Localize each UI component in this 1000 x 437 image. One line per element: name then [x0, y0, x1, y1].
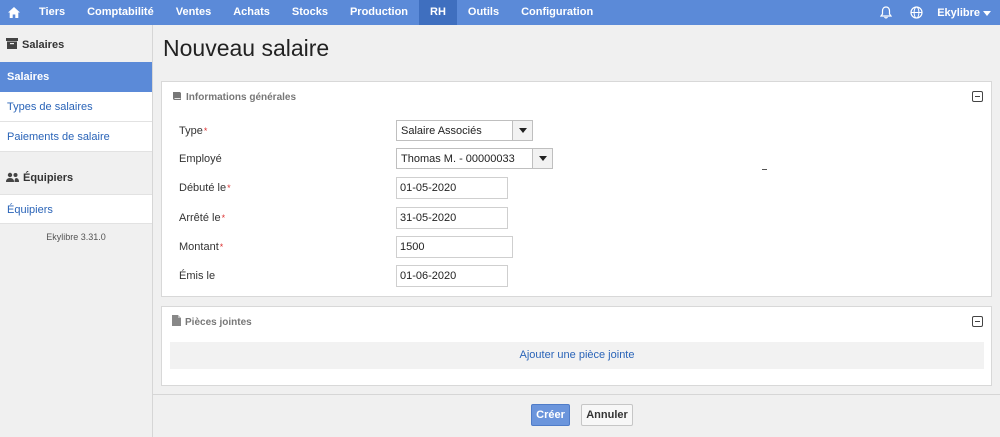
- nav-achats[interactable]: Achats: [222, 0, 281, 25]
- sidebar-group-title: Salaires: [22, 39, 65, 51]
- employee-label-text: Employé: [179, 153, 222, 165]
- cancel-button[interactable]: Annuler: [581, 404, 633, 426]
- emitted-date-input[interactable]: 01-06-2020: [396, 265, 508, 287]
- sidebar-item-equipiers[interactable]: Équipiers: [0, 194, 152, 224]
- emitted-date-label: Émis le: [179, 265, 215, 287]
- amount-label: Montant *: [179, 236, 223, 258]
- nav-rh[interactable]: RH: [419, 0, 457, 25]
- required-mark: *: [227, 183, 231, 193]
- panel-header[interactable]: Informations générales: [162, 82, 991, 112]
- stop-date-label-text: Arrêté le: [179, 212, 221, 224]
- type-select[interactable]: Salaire Associés: [396, 120, 533, 141]
- page-title: Nouveau salaire: [163, 35, 330, 61]
- create-button[interactable]: Créer: [531, 404, 570, 426]
- general-info-panel: Informations générales Type * Salaire Ass…: [161, 81, 992, 297]
- required-mark: *: [203, 126, 208, 136]
- collapse-icon[interactable]: [972, 316, 983, 327]
- archive-icon: [6, 38, 18, 52]
- start-date-label-text: Débuté le: [179, 182, 227, 194]
- panel-title: Pièces jointes: [185, 316, 252, 328]
- stop-date-label: Arrêté le *: [179, 207, 225, 229]
- sidebar-item-salaires[interactable]: Salaires: [0, 62, 152, 92]
- topbar-right: Ekylibre: [871, 0, 1000, 25]
- required-mark: *: [219, 242, 224, 252]
- divider-mark: [762, 169, 767, 170]
- chevron-down-icon[interactable]: [532, 149, 552, 168]
- sidebar-item-paiements-de-salaire[interactable]: Paiements de salaire: [0, 122, 152, 152]
- nav-comptabilite[interactable]: Comptabilité: [76, 0, 165, 25]
- type-label-text: Type: [179, 125, 203, 137]
- attachments-panel: Pièces jointes Ajouter une pièce jointe: [161, 306, 992, 386]
- user-menu[interactable]: Ekylibre: [931, 7, 1000, 19]
- nav-stocks[interactable]: Stocks: [281, 0, 339, 25]
- sidebar-group-salaires: Salaires: [0, 35, 152, 55]
- type-select-value: Salaire Associés: [401, 124, 482, 137]
- amount-label-text: Montant: [179, 241, 219, 253]
- top-navbar: Tiers Comptabilité Ventes Achats Stocks …: [0, 0, 1000, 25]
- bell-icon[interactable]: [871, 0, 901, 25]
- sidebar-item-types-de-salaires[interactable]: Types de salaires: [0, 92, 152, 122]
- sidebar-group-title: Équipiers: [23, 172, 74, 184]
- caret-down-icon: [983, 7, 991, 19]
- user-name: Ekylibre: [937, 6, 980, 19]
- book-icon: [172, 91, 182, 104]
- nav-ventes[interactable]: Ventes: [165, 0, 222, 25]
- employee-select[interactable]: Thomas M. - 00000033: [396, 148, 553, 169]
- nav-tiers[interactable]: Tiers: [28, 0, 76, 25]
- panel-title: Informations générales: [186, 91, 297, 103]
- employee-label: Employé: [179, 148, 222, 170]
- add-attachment-link[interactable]: Ajouter une pièce jointe: [170, 342, 984, 369]
- stop-date-input[interactable]: 31-05-2020: [396, 207, 508, 229]
- collapse-icon[interactable]: [972, 91, 983, 102]
- users-icon: [6, 172, 19, 185]
- main-content: Nouveau salaire Informations générales T…: [153, 25, 1000, 437]
- sidebar-group-equipiers: Équipiers: [0, 167, 152, 189]
- panel-header[interactable]: Pièces jointes: [162, 307, 991, 337]
- start-date-label: Débuté le *: [179, 177, 231, 199]
- globe-icon[interactable]: [901, 0, 931, 25]
- emitted-date-label-text: Émis le: [179, 270, 216, 282]
- form-actions: Créer Annuler: [153, 394, 1000, 437]
- nav-outils[interactable]: Outils: [457, 0, 510, 25]
- amount-input[interactable]: 1500: [396, 236, 513, 258]
- type-label: Type *: [179, 120, 207, 142]
- file-icon: [172, 315, 181, 329]
- app-version: Ekylibre 3.31.0: [46, 232, 106, 242]
- chevron-down-icon[interactable]: [512, 121, 532, 140]
- sidebar: Salaires Salaires Types de salaires Paie…: [0, 25, 153, 437]
- employee-select-value: Thomas M. - 00000033: [401, 152, 515, 165]
- nav-production[interactable]: Production: [339, 0, 419, 25]
- required-mark: *: [221, 213, 226, 223]
- start-date-input[interactable]: 01-05-2020: [396, 177, 508, 199]
- home-icon[interactable]: [0, 0, 28, 25]
- nav-configuration[interactable]: Configuration: [510, 0, 604, 25]
